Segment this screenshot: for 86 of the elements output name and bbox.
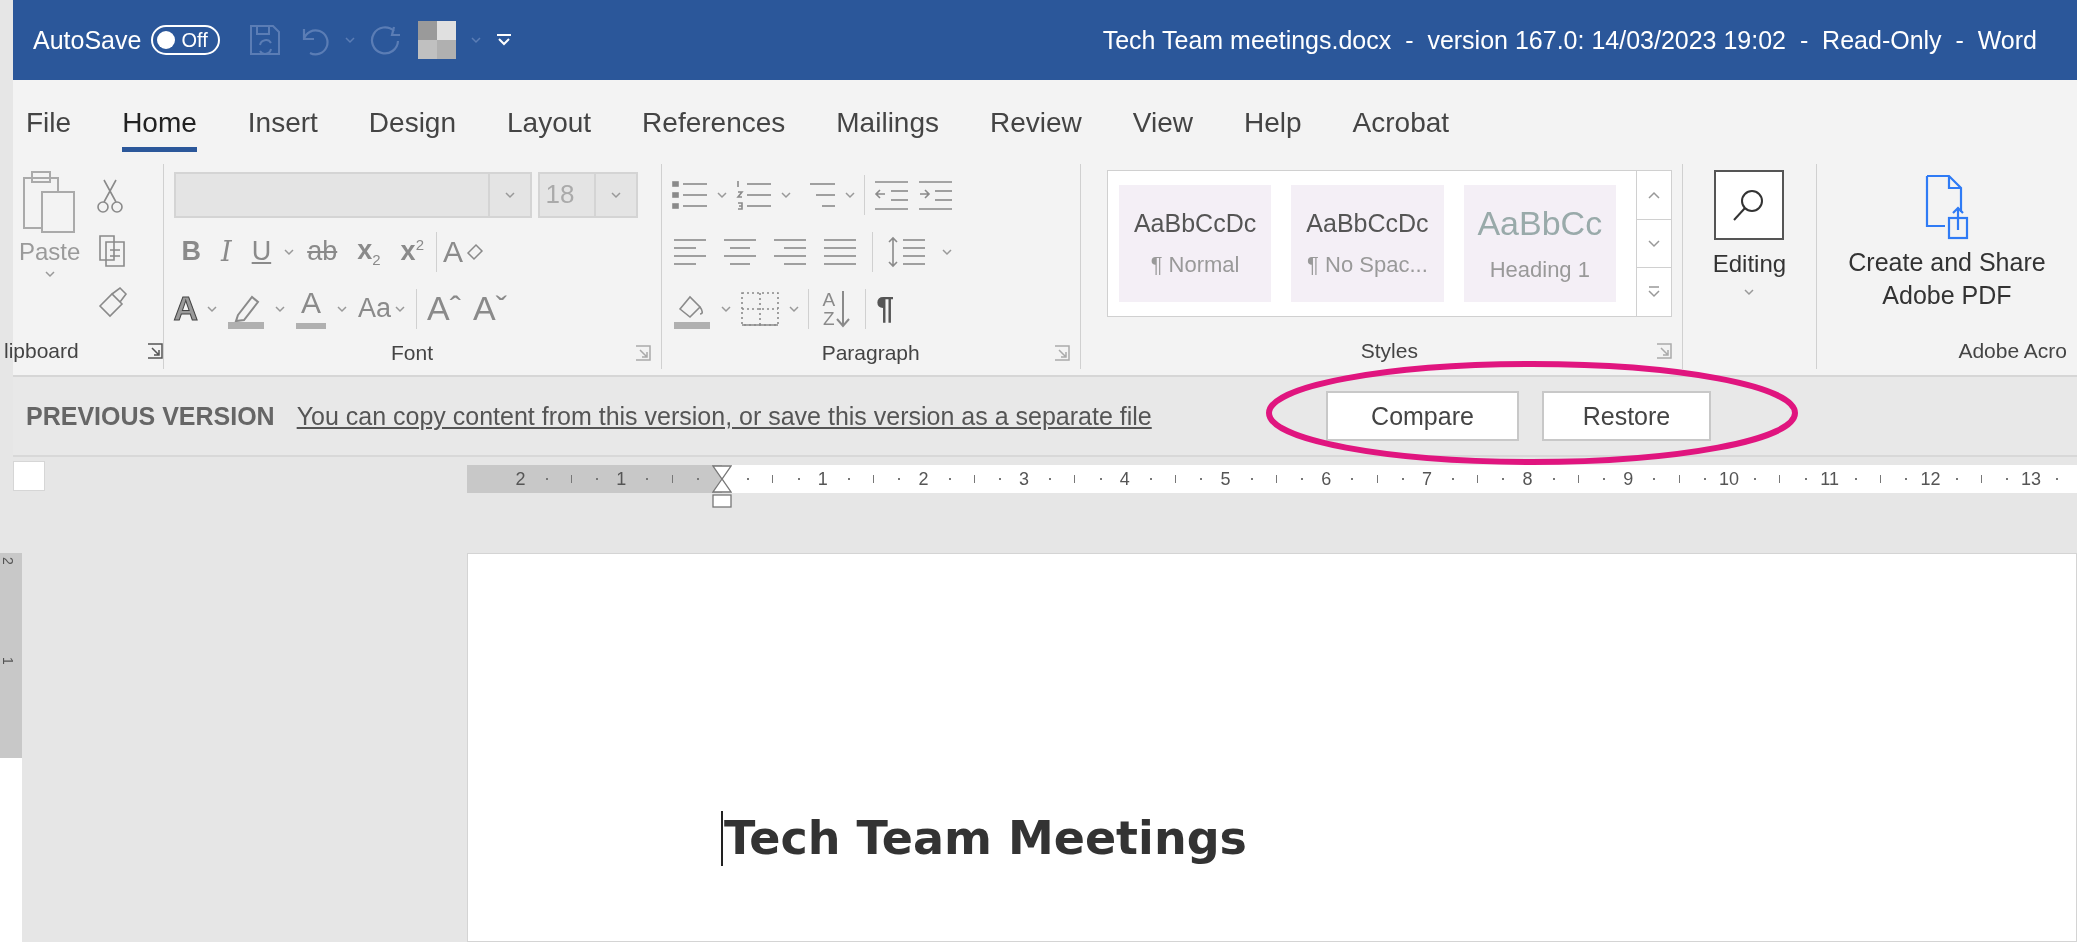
style-option[interactable]: AaBbCcDc ¶ No Spac...	[1291, 185, 1444, 302]
group-label: lipboard	[4, 339, 79, 363]
clipboard-icon	[21, 170, 78, 234]
ribbon-tab[interactable]: References	[642, 98, 786, 152]
customize-toolbar-icon[interactable]	[495, 33, 512, 47]
caret-icon[interactable]	[394, 304, 407, 313]
ruler-number: 7	[1421, 468, 1432, 491]
ruler-number: 12	[1920, 468, 1941, 491]
ruler-number: 4	[1119, 468, 1130, 491]
layout-icon[interactable]	[417, 21, 456, 59]
tab-selector[interactable]	[13, 461, 45, 491]
autosave-label: AutoSave	[33, 25, 142, 55]
font-name-field[interactable]	[173, 171, 532, 218]
copy-icon[interactable]	[96, 232, 127, 268]
line-spacing-icon[interactable]	[886, 234, 927, 269]
ruler-number: 2	[515, 468, 526, 491]
window-title: Tech Team meetings.docx - version 167.0: 14/03/2023 19:02 - Read-Only - Word	[1102, 25, 2037, 55]
ribbon-tab[interactable]: Mailings	[836, 98, 939, 152]
caret-icon[interactable]	[1743, 288, 1756, 296]
increase-indent-icon[interactable]	[916, 178, 953, 211]
ruler-number: 8	[1522, 468, 1533, 491]
ruler-number: 10	[1719, 468, 1739, 491]
ribbon-tab[interactable]: Insert	[247, 98, 318, 152]
ruler-number: 2	[918, 468, 929, 491]
ruler-number: 1	[817, 468, 828, 491]
editing-button[interactable]: Editing	[1706, 164, 1793, 369]
indent-marker[interactable]	[712, 465, 732, 509]
caret-icon[interactable]	[43, 270, 56, 278]
eraser-icon	[466, 242, 484, 261]
style-option[interactable]: AaBbCcDc ¶ Normal	[1118, 185, 1272, 302]
create-pdf-button[interactable]: Create and Share Adobe PDF	[1827, 164, 2067, 333]
ruler-number: 13	[2021, 468, 2042, 491]
ribbon-tab[interactable]: Design	[368, 98, 457, 152]
ruler-number: 1	[616, 468, 627, 491]
ruler-number: 2	[0, 557, 16, 565]
caret-icon[interactable]	[609, 190, 622, 199]
group-label: Paragraph	[821, 341, 920, 365]
ruler-number: 3	[1019, 468, 1030, 491]
ribbon-tab[interactable]: Help	[1244, 98, 1302, 152]
group-label: Adobe Acro	[1958, 339, 2067, 363]
infobar-title: PREVIOUS VERSION	[26, 401, 275, 431]
scroll-down-icon[interactable]	[1646, 238, 1661, 249]
caret-icon[interactable]	[843, 190, 856, 199]
caret-icon[interactable]	[715, 190, 728, 199]
show-marks-button[interactable]: ¶	[874, 288, 896, 329]
caret-icon[interactable]	[206, 304, 219, 313]
autosave-toggle[interactable]: Off	[151, 25, 220, 55]
scroll-up-icon[interactable]	[1646, 189, 1661, 200]
dialog-launcher-icon[interactable]	[146, 343, 163, 359]
infobar-button[interactable]: Restore	[1542, 391, 1711, 441]
document-share-icon	[1925, 174, 1969, 240]
infobar-message: You can copy content from this version, or save this version as a separate file	[296, 401, 1152, 431]
caret-icon[interactable]	[336, 304, 349, 313]
ribbon-tab[interactable]: View	[1132, 98, 1193, 152]
caret-icon[interactable]	[283, 247, 296, 256]
caret-icon[interactable]	[940, 247, 953, 256]
caret-icon[interactable]	[343, 36, 356, 44]
caret-icon[interactable]	[274, 304, 287, 313]
ribbon-tab[interactable]: File	[26, 98, 72, 152]
more-styles-icon[interactable]	[1646, 285, 1661, 300]
numbering-icon[interactable]	[735, 178, 772, 211]
caret-icon[interactable]	[469, 36, 482, 44]
ruler-number: 9	[1623, 468, 1634, 491]
format-painter-icon[interactable]	[96, 286, 129, 318]
cut-icon[interactable]	[96, 178, 125, 214]
group-label: Styles	[1360, 339, 1418, 363]
borders-icon[interactable]	[739, 290, 780, 327]
caret-icon[interactable]	[779, 190, 792, 199]
ruler-number: 6	[1321, 468, 1332, 491]
arrow-down-icon	[835, 288, 852, 329]
ruler-number: 5	[1220, 468, 1231, 491]
caret-icon[interactable]	[503, 190, 516, 199]
ribbon-tab[interactable]: Layout	[507, 98, 592, 152]
group-label: Font	[391, 341, 434, 365]
caret-icon[interactable]	[719, 304, 732, 313]
bullets-icon[interactable]	[671, 178, 708, 211]
save-icon[interactable]	[247, 23, 282, 57]
ribbon-tab[interactable]: Acrobat	[1352, 98, 1450, 152]
infobar-button[interactable]: Compare	[1326, 391, 1519, 441]
decrease-indent-icon[interactable]	[872, 178, 909, 211]
caret-icon[interactable]	[787, 304, 800, 313]
document-heading: Tech Team Meetings	[721, 811, 1247, 867]
ruler-number: 11	[1820, 468, 1840, 491]
ribbon-tab[interactable]: Review	[990, 98, 1082, 152]
ruler-number: 1	[0, 657, 16, 665]
ribbon-tab[interactable]: Home	[122, 98, 197, 152]
